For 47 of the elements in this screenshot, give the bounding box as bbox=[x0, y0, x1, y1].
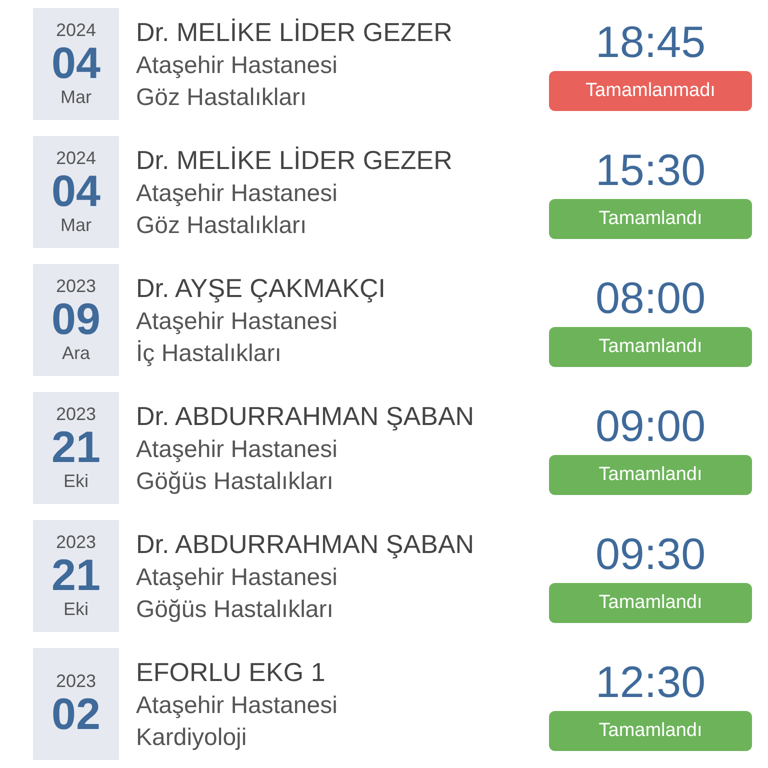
hospital-name: Ataşehir Hastanesi bbox=[136, 308, 338, 336]
department-name: Kardiyoloji bbox=[136, 724, 248, 752]
hospital-name: Ataşehir Hastanesi bbox=[136, 564, 338, 592]
hospital-name: Ataşehir Hastanesi bbox=[136, 52, 338, 80]
date-day: 04 bbox=[52, 41, 100, 87]
date-day: 09 bbox=[52, 297, 100, 343]
status-label: Tamamlandı bbox=[549, 711, 752, 751]
date-day: 21 bbox=[52, 553, 100, 599]
date-day: 21 bbox=[52, 425, 100, 471]
appointment-time: 09:30 bbox=[595, 529, 706, 581]
hospital-name: Ataşehir Hastanesi bbox=[136, 692, 338, 720]
appointment-time: 15:30 bbox=[595, 145, 706, 197]
date-year: 2024 bbox=[56, 20, 96, 41]
date-month: Mar bbox=[60, 87, 92, 108]
date-day: 02 bbox=[52, 692, 100, 738]
department-name: İç Hastalıkları bbox=[136, 340, 282, 368]
department-name: Göğüs Hastalıkları bbox=[136, 596, 334, 624]
department-name: Göz Hastalıkları bbox=[136, 212, 308, 240]
doctor-name: Dr. MELİKE LİDER GEZER bbox=[136, 144, 454, 176]
status-label: Tamamlandı bbox=[549, 455, 752, 495]
appointment-time: 08:00 bbox=[595, 273, 706, 325]
department-name: Göğüs Hastalıkları bbox=[136, 468, 334, 496]
appointment-time: 18:45 bbox=[595, 17, 706, 69]
date-month: Eki bbox=[63, 599, 88, 620]
date-month: Mar bbox=[60, 215, 92, 236]
hospital-name: Ataşehir Hastanesi bbox=[136, 436, 338, 464]
department-name: Göz Hastalıkları bbox=[136, 84, 308, 112]
date-month: Eki bbox=[63, 471, 88, 492]
status-label: Tamamlanmadı bbox=[549, 71, 752, 111]
date-year: 2023 bbox=[56, 276, 96, 297]
doctor-name: Dr. MELİKE LİDER GEZER bbox=[136, 16, 454, 48]
date-month: Ara bbox=[62, 343, 90, 364]
hospital-name: Ataşehir Hastanesi bbox=[136, 180, 338, 208]
date-year: 2024 bbox=[56, 148, 96, 169]
doctor-name: Dr. ABDURRAHMAN ŞABAN bbox=[136, 400, 476, 432]
date-year: 2023 bbox=[56, 404, 96, 425]
appointment-time: 09:00 bbox=[595, 401, 706, 453]
appointment-time: 12:30 bbox=[595, 657, 706, 709]
status-label: Tamamlandı bbox=[549, 583, 752, 623]
date-year: 2023 bbox=[56, 532, 96, 553]
status-label: Tamamlandı bbox=[549, 327, 752, 367]
date-year: 2023 bbox=[56, 670, 96, 692]
doctor-name: EFORLU EKG 1 bbox=[136, 656, 326, 688]
status-label: Tamamlandı bbox=[549, 199, 752, 239]
doctor-name: Dr. ABDURRAHMAN ŞABAN bbox=[136, 528, 476, 560]
date-day: 04 bbox=[52, 169, 100, 215]
doctor-name: Dr. AYŞE ÇAKMAKÇI bbox=[136, 272, 386, 304]
